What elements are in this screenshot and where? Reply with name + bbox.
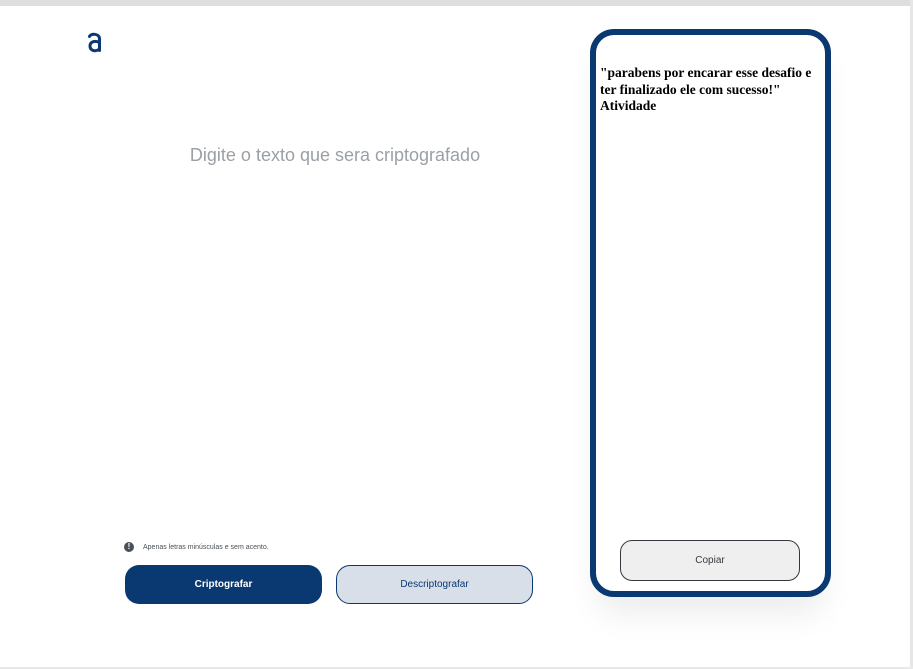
notice-text: Apenas letras minúsculas e sem acento. — [143, 543, 269, 551]
browser-top-bar — [0, 0, 913, 6]
copy-button[interactable]: Copiar — [620, 540, 800, 581]
text-input[interactable] — [125, 140, 545, 500]
input-notice: ! Apenas letras minúsculas e sem acento. — [124, 542, 269, 552]
decrypt-button[interactable]: Descriptografar — [336, 565, 533, 604]
output-panel: "parabens por encarar esse desafio e ter… — [590, 29, 831, 597]
info-icon: ! — [124, 542, 134, 552]
alura-logo-icon — [86, 30, 104, 54]
output-text: "parabens por encarar esse desafio e ter… — [600, 65, 812, 113]
encrypt-button[interactable]: Criptografar — [125, 565, 322, 604]
